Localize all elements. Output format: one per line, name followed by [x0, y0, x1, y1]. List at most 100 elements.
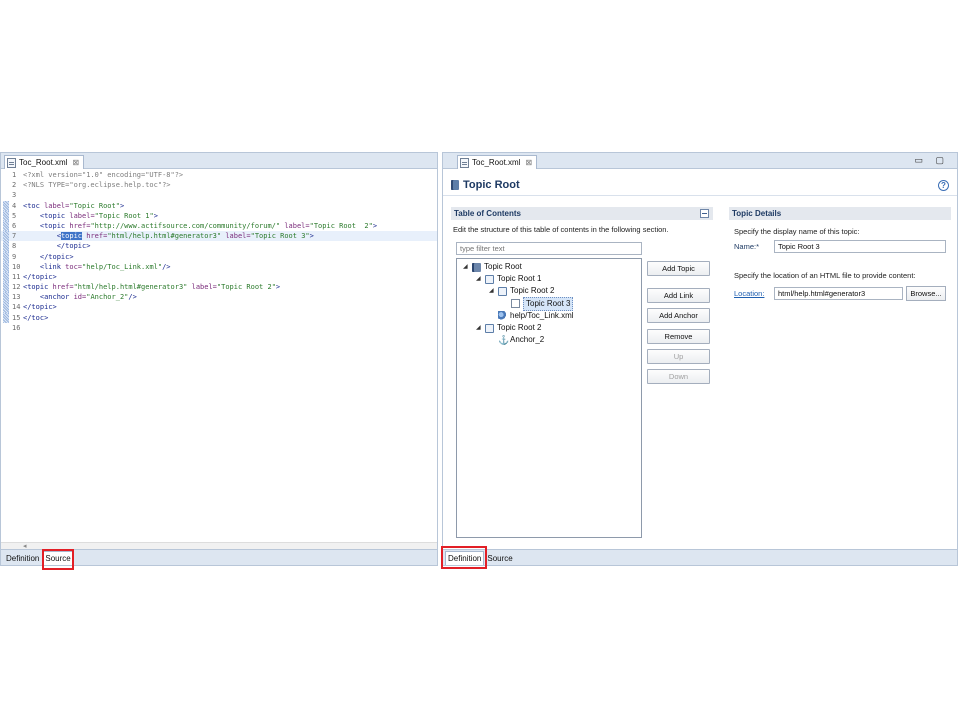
code-line[interactable]: 7 <topic href="html/help.html#generator3…: [1, 231, 437, 242]
topic-book-icon: [485, 274, 494, 284]
name-input[interactable]: Topic Root 3: [774, 240, 946, 253]
down-button[interactable]: Down: [647, 369, 710, 384]
browse-button[interactable]: Browse...: [906, 286, 946, 301]
line-number: 2: [12, 181, 17, 190]
tree-item[interactable]: Topic Root 3: [502, 296, 574, 311]
tree-item[interactable]: help/Toc_Link.xml: [489, 310, 574, 322]
line-number: 14: [12, 303, 21, 312]
code-token: <?xml version="1.0" encoding="UTF-8"?>: [23, 171, 184, 179]
line-number: 12: [12, 283, 21, 292]
code-token: href=: [69, 221, 91, 230]
code-token: label=: [225, 232, 251, 241]
up-button[interactable]: Up: [647, 349, 710, 364]
code-token: </topic>: [56, 242, 91, 251]
code-token: "Anchor_2": [86, 293, 129, 302]
code-line[interactable]: 14 </topic>: [1, 302, 437, 313]
code-token: </topic>: [39, 252, 74, 261]
code-line[interactable]: 2 <?NLS TYPE="org.eclipse.help.toc"?>: [1, 180, 437, 190]
expand-toggle-icon[interactable]: ◢: [476, 273, 482, 285]
code-line[interactable]: 11 </topic>: [1, 271, 437, 283]
change-marker: [3, 302, 9, 313]
code-token: label=: [44, 201, 70, 210]
code-token: >: [119, 201, 125, 210]
tree-filter-input[interactable]: [456, 242, 642, 255]
remove-button[interactable]: Remove: [647, 329, 710, 344]
editor-tab-title: Toc_Root.xml: [472, 158, 521, 167]
code-token: "help/Toc_Link.xml": [82, 262, 163, 271]
code-token: <topic: [39, 211, 70, 220]
toc-book-icon: [451, 180, 459, 190]
code-token: <?NLS TYPE="org.eclipse.help.toc"?>: [23, 181, 171, 190]
code-line[interactable]: 12 <topic href="html/help.html#generator3…: [1, 282, 437, 293]
tree-item[interactable]: ◢ Topic Root 1: [476, 273, 541, 285]
code-token: "http://www.actifsource.com/community/fo…: [90, 221, 281, 230]
tree-item[interactable]: ⚓ Anchor_2: [489, 334, 544, 346]
help-icon[interactable]: ?: [938, 180, 949, 191]
code-token: <toc: [23, 201, 45, 210]
location-input[interactable]: html/help.html#generator3: [774, 287, 903, 300]
page-tab-source[interactable]: Source: [484, 551, 515, 565]
highlight-source-tab: [42, 549, 74, 570]
tree-item[interactable]: ◢ Topic Root: [463, 261, 522, 273]
xml-file-icon: [7, 157, 16, 168]
code-line[interactable]: 8 </topic>: [1, 241, 437, 252]
close-icon[interactable]: ⊠: [72, 158, 79, 167]
editor-tab-toc-root[interactable]: Toc_Root.xml ⊠: [457, 155, 538, 169]
add-anchor-button[interactable]: Add Anchor: [647, 308, 710, 323]
change-marker: [3, 231, 9, 242]
toc-tree[interactable]: ◢ Topic Root ◢ Topic Root 1 ◢ Topic Root 2 Top…: [456, 258, 642, 538]
minimize-maximize-icon[interactable]: ▭ ▢: [914, 155, 949, 166]
expand-toggle-icon[interactable]: ◢: [463, 261, 469, 273]
code-line[interactable]: 16: [1, 323, 437, 333]
code-line[interactable]: 4 <toc label="Topic Root">: [1, 200, 437, 211]
location-link[interactable]: Location:: [734, 289, 764, 298]
line-number: 13: [12, 293, 21, 302]
code-line[interactable]: 10 <link toc="help/Toc_Link.xml"/>: [1, 261, 437, 272]
name-description: Specify the display name of this topic:: [734, 227, 860, 236]
line-number: 7: [12, 232, 17, 241]
close-icon[interactable]: ⊠: [525, 158, 532, 167]
line-number: 16: [12, 323, 21, 332]
collapse-icon[interactable]: [700, 209, 709, 218]
tree-item-label: Topic Root: [484, 262, 522, 271]
code-token: >: [309, 232, 314, 241]
page-tab-definition[interactable]: Definition: [3, 551, 42, 565]
change-marker: [3, 292, 9, 303]
location-description: Specify the location of an HTML file to …: [734, 271, 916, 280]
page-title: Topic Root: [451, 179, 520, 191]
topic-page-icon: [511, 299, 520, 309]
tree-item-label: Topic Root 3: [523, 296, 574, 311]
editor-tab-title: Toc_Root.xml: [19, 158, 68, 167]
line-number: 6: [12, 221, 17, 230]
code-token: >: [275, 283, 281, 292]
code-line[interactable]: 9 </topic>: [1, 251, 437, 262]
expand-toggle-icon[interactable]: ◢: [476, 322, 482, 334]
toc-section-description: Edit the structure of this table of cont…: [453, 225, 669, 234]
code-token: toc=: [65, 262, 83, 271]
toc-section-header[interactable]: Table of Contents: [451, 207, 713, 220]
code-line[interactable]: 13 <anchor id="Anchor_2"/>: [1, 292, 437, 303]
tree-item-label: help/Toc_Link.xml: [510, 310, 574, 320]
code-area[interactable]: 1 <?xml version="1.0" encoding="UTF-8"?> 2…: [1, 170, 437, 542]
add-link-button[interactable]: Add Link: [647, 288, 710, 303]
code-line[interactable]: 1 <?xml version="1.0" encoding="UTF-8"?>: [1, 170, 437, 180]
code-line[interactable]: 3: [1, 190, 437, 200]
definition-editor: Toc_Root.xml ⊠ ▭ ▢ Topic Root ? Table of…: [442, 152, 958, 566]
tree-item-label: Topic Root 1: [497, 274, 542, 284]
tree-item[interactable]: ◢ Topic Root 2: [476, 322, 541, 334]
topic-details-title: Topic Details: [732, 209, 782, 218]
code-line[interactable]: 5 <topic label="Topic Root 1">: [1, 210, 437, 221]
selected-text: topic: [60, 232, 83, 241]
line-number: 9: [12, 252, 17, 261]
expand-toggle-icon[interactable]: ◢: [489, 285, 495, 297]
tree-item[interactable]: ◢ Topic Root 2: [489, 285, 554, 297]
editor-tab-bar: Toc_Root.xml ⊠: [1, 153, 437, 169]
code-line[interactable]: 6 <topic href="http://www.actifsource.co…: [1, 220, 437, 232]
code-line[interactable]: 15 </toc>: [1, 312, 437, 323]
editor-tab-toc-root[interactable]: Toc_Root.xml ⊠: [4, 155, 85, 169]
add-topic-button[interactable]: Add Topic: [647, 261, 710, 276]
